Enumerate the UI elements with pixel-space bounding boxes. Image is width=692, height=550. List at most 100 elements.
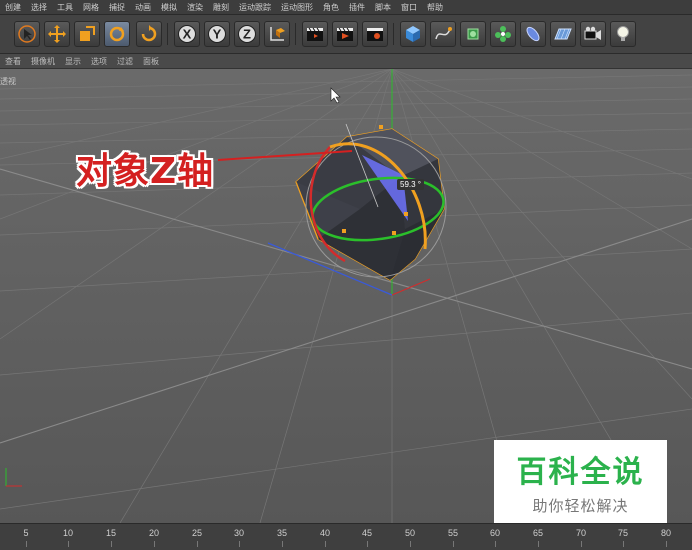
- view-menu-display[interactable]: 显示: [60, 56, 86, 67]
- viewport-menu-bar: 查看 摄像机 显示 选项 过滤 面板: [0, 54, 692, 69]
- rotate-icon: [109, 26, 125, 42]
- toolbar-separator: [167, 23, 168, 45]
- move-cross-icon: [48, 25, 66, 43]
- cube-icon: [406, 26, 420, 42]
- timeline-tick-label: 50: [404, 528, 416, 538]
- floor-button[interactable]: [550, 21, 576, 47]
- viewport-label: 透视: [0, 77, 16, 86]
- timeline-tick-label: 15: [105, 528, 117, 538]
- timeline-tick: [325, 541, 326, 547]
- timeline-tick: [154, 541, 155, 547]
- z-axis-lock-button[interactable]: Z: [234, 21, 260, 47]
- rotation-angle-readout: 59.3 °: [397, 179, 424, 190]
- menu-item-mograph[interactable]: 运动图形: [276, 2, 318, 13]
- nurbs-button[interactable]: [460, 21, 486, 47]
- clapperboard-play-icon: [337, 27, 353, 41]
- view-menu-view[interactable]: 查看: [0, 56, 26, 67]
- watermark-box: 百科全说 助你轻松解决: [494, 440, 667, 523]
- live-selection-button[interactable]: [136, 21, 162, 47]
- view-menu-options[interactable]: 选项: [86, 56, 112, 67]
- light-bulb-icon: [617, 26, 629, 41]
- camera-button[interactable]: [580, 21, 606, 47]
- timeline-tick: [581, 541, 582, 547]
- timeline-tick: [410, 541, 411, 547]
- timeline-tick: [623, 541, 624, 547]
- y-axis-lock-button[interactable]: Y: [204, 21, 230, 47]
- menu-item-character[interactable]: 角色: [318, 2, 344, 13]
- view-menu-filter[interactable]: 过滤: [112, 56, 138, 67]
- timeline-tick-label: 40: [319, 528, 331, 538]
- main-toolbar: X Y Z: [0, 15, 692, 54]
- cursor-arrow-icon: [18, 25, 36, 43]
- watermark-title: 百科全说: [516, 455, 645, 490]
- timeline-tick-label: 70: [575, 528, 587, 538]
- timeline-ruler[interactable]: 5 10 15 20 25 30 35 40 45 50 55 60 65 70…: [0, 523, 692, 550]
- svg-text:X: X: [183, 27, 192, 42]
- view-menu-camera[interactable]: 摄像机: [26, 56, 60, 67]
- render-view-button[interactable]: [302, 21, 328, 47]
- timeline-tick: [111, 541, 112, 547]
- timeline-tick-label: 60: [489, 528, 501, 538]
- timeline-tick-label: 75: [617, 528, 629, 538]
- toolbar-separator: [295, 23, 296, 45]
- camera-icon: [584, 26, 601, 40]
- render-picture-viewer-button[interactable]: [332, 21, 358, 47]
- menu-item-window[interactable]: 窗口: [396, 2, 422, 13]
- mini-axis-indicator: [2, 462, 26, 494]
- menu-item-script[interactable]: 脚本: [370, 2, 396, 13]
- timeline-tick: [282, 541, 283, 547]
- scale-tool-button[interactable]: [74, 21, 100, 47]
- annotation-label: 对象Z轴: [76, 151, 215, 192]
- nurbs-cube-icon: [467, 28, 479, 40]
- menu-bar: 创建 选择 工具 网格 捕捉 动画 模拟 渲染 雕刻 运动跟踪 运动图形 角色 …: [0, 0, 692, 15]
- y-axis-icon: Y: [208, 25, 226, 43]
- timeline-tick: [538, 541, 539, 547]
- menu-item-animate[interactable]: 动画: [130, 2, 156, 13]
- timeline-tick: [239, 541, 240, 547]
- x-axis-lock-button[interactable]: X: [174, 21, 200, 47]
- x-axis-icon: X: [178, 25, 196, 43]
- menu-item-select[interactable]: 选择: [26, 2, 52, 13]
- spline-pen-button[interactable]: [430, 21, 456, 47]
- rotate-tool-button[interactable]: [104, 21, 130, 47]
- coordinate-system-button[interactable]: [264, 21, 290, 47]
- svg-text:Z: Z: [243, 27, 251, 42]
- timeline-tick-label: 55: [447, 528, 459, 538]
- menu-item-plugins[interactable]: 插件: [344, 2, 370, 13]
- menu-item-help[interactable]: 帮助: [422, 2, 448, 13]
- menu-item-simulate[interactable]: 模拟: [156, 2, 182, 13]
- toolbar-separator: [393, 23, 394, 45]
- mini-axis-icon: [5, 468, 22, 487]
- render-settings-button[interactable]: [362, 21, 388, 47]
- menu-item-motion-tracking[interactable]: 运动跟踪: [234, 2, 276, 13]
- menu-item-mesh[interactable]: 网格: [78, 2, 104, 13]
- menu-item-snap[interactable]: 捕捉: [104, 2, 130, 13]
- menu-item-render[interactable]: 渲染: [182, 2, 208, 13]
- watermark-subtitle: 助你轻松解决: [532, 497, 629, 515]
- deformer-button[interactable]: [520, 21, 546, 47]
- timeline-tick-label: 5: [23, 528, 29, 538]
- array-button[interactable]: [490, 21, 516, 47]
- timeline-tick: [453, 541, 454, 547]
- spline-pen-icon: [435, 27, 452, 40]
- timeline-tick-label: 20: [148, 528, 160, 538]
- svg-text:Y: Y: [213, 27, 222, 42]
- timeline-tick: [495, 541, 496, 547]
- clapperboard-icon: [307, 27, 323, 41]
- select-tool-button[interactable]: [14, 21, 40, 47]
- timeline-tick: [666, 541, 667, 547]
- move-tool-button[interactable]: [44, 21, 70, 47]
- deformer-capsule-icon: [526, 26, 540, 42]
- timeline-tick: [26, 541, 27, 547]
- refresh-circle-icon: [141, 25, 157, 42]
- timeline-tick: [68, 541, 69, 547]
- cube-object-button[interactable]: [400, 21, 426, 47]
- menu-item-sculpt[interactable]: 雕刻: [208, 2, 234, 13]
- timeline-tick-label: 65: [532, 528, 544, 538]
- light-button[interactable]: [610, 21, 636, 47]
- menu-item-create[interactable]: 创建: [0, 2, 26, 13]
- clapperboard-gear-icon: [367, 28, 383, 41]
- view-menu-panel[interactable]: 面板: [138, 56, 164, 67]
- menu-item-tools[interactable]: 工具: [52, 2, 78, 13]
- z-axis-icon: Z: [238, 25, 256, 43]
